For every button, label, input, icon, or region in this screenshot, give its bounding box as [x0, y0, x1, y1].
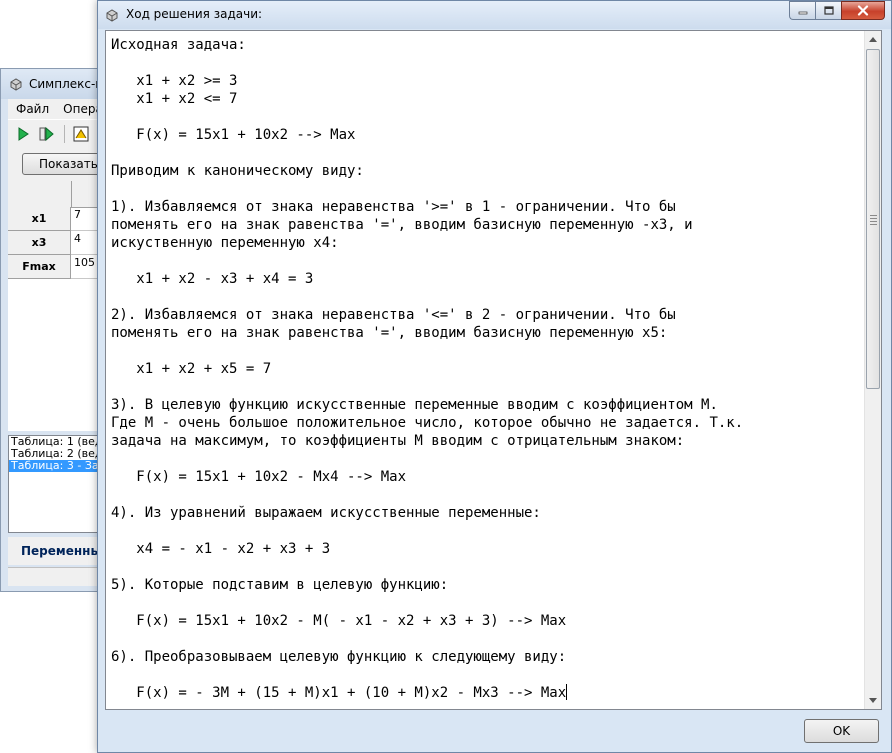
close-button[interactable]	[841, 1, 885, 20]
scroll-thumb[interactable]	[866, 49, 880, 389]
grid-row-label: Fmax	[8, 255, 71, 279]
run-icon[interactable]	[14, 125, 32, 143]
text-line: искуственную переменную x4:	[111, 235, 339, 251]
text-line: поменять его на знак равенства '=', ввод…	[111, 217, 693, 233]
step-icon[interactable]	[38, 125, 56, 143]
text-line: задача на максимум, то коэффициенты M вв…	[111, 433, 685, 449]
grid-header	[8, 181, 109, 208]
thumb-grip	[870, 221, 877, 222]
text-line: 3). В целевую функцию искусственные пере…	[111, 397, 718, 413]
text-line: F(x) = 15x1 + 10x2 - Mx4 --> Max	[111, 469, 407, 485]
text-line	[111, 54, 861, 72]
text-line: F(x) = 15x1 + 10x2 --> Max	[111, 127, 356, 143]
app-icon	[106, 9, 118, 22]
text-line: x1 + x2 + x5 = 7	[111, 361, 272, 377]
text-line	[111, 666, 861, 684]
text-line: x1 + x2 >= 3	[111, 73, 238, 89]
text-line: поменять его на знак равенства '=', ввод…	[111, 325, 668, 341]
text-caret	[566, 684, 568, 700]
scroll-up-icon	[869, 37, 877, 42]
caption-buttons	[789, 1, 885, 21]
text-line: x4 = - x1 - x2 + x3 + 3	[111, 541, 331, 557]
text-line: 2). Избавляемся от знака неравенства '<=…	[111, 307, 676, 323]
minimize-icon	[798, 11, 807, 14]
text-line: F(x) = - 3M + (15 + M)x1 + (10 + M)x2 - …	[111, 684, 568, 701]
status-bar	[8, 567, 109, 586]
solution-text: Исходная задача: x1 + x2 >= 3 x1 + x2 <=…	[111, 36, 861, 702]
grid-row-label: x3	[8, 231, 71, 255]
solution-dialog[interactable]: Ход решения задачи: Исходная задача: x1 …	[97, 0, 892, 753]
menu-file[interactable]: Файл	[16, 102, 49, 116]
text-line: 6). Преобразовываем целевую функцию к сл…	[111, 649, 567, 665]
scroll-up-button[interactable]	[865, 31, 881, 48]
background-menubar: Файл Операц	[8, 99, 109, 119]
text-line	[111, 144, 861, 162]
maximize-icon	[823, 5, 834, 15]
text-line	[111, 108, 861, 126]
thumb-grip	[870, 215, 877, 216]
text-line	[111, 522, 861, 540]
thumb-grip	[870, 218, 877, 219]
vertical-scrollbar[interactable]	[864, 31, 881, 709]
text-line: Приводим к каноническому виду:	[111, 163, 364, 179]
grid-row-label: x1	[8, 207, 71, 231]
text-line	[111, 594, 861, 612]
background-toolbar	[8, 119, 109, 148]
solution-text-area[interactable]: Исходная задача: x1 + x2 >= 3 x1 + x2 <=…	[105, 30, 882, 710]
text-line	[111, 252, 861, 270]
dialog-title: Ход решения задачи:	[126, 7, 263, 21]
tables-listbox[interactable]: Таблица: 1 (веду Таблица: 2 (веду Таблиц…	[8, 435, 109, 533]
list-item-selected[interactable]: Таблица: 3 - Зад	[9, 460, 108, 472]
scroll-down-button[interactable]	[865, 692, 881, 709]
text-line: x1 + x2 <= 7	[111, 91, 238, 107]
grid-header-separator	[71, 181, 72, 207]
text-line: 4). Из уравнений выражаем искусственные …	[111, 505, 541, 521]
text-line	[111, 450, 861, 468]
minimize-button[interactable]	[789, 1, 815, 20]
report-icon[interactable]	[72, 125, 90, 143]
variables-label: Переменные	[8, 537, 109, 565]
text-line	[111, 180, 861, 198]
text-line	[111, 630, 861, 648]
scroll-down-icon	[869, 698, 877, 703]
text-line: 1). Избавляемся от знака неравенства '>=…	[111, 199, 676, 215]
text-line	[111, 486, 861, 504]
result-grid[interactable]: x1 7 x3 4 Fmax 105	[8, 181, 109, 431]
text-line	[111, 558, 861, 576]
text-line: Исходная задача:	[111, 37, 246, 53]
text-line	[111, 378, 861, 396]
maximize-button[interactable]	[815, 1, 841, 20]
close-icon	[857, 5, 869, 16]
ok-button[interactable]: OK	[804, 719, 879, 743]
text-line: F(x) = 15x1 + 10x2 - M( - x1 - x2 + x3 +…	[111, 613, 567, 629]
text-line	[111, 342, 861, 360]
text-line: Где M - очень большое положительное числ…	[111, 415, 744, 431]
background-title-bar[interactable]: Симплекс-м	[1, 69, 109, 99]
toolbar-separator	[64, 125, 65, 143]
text-line: x1 + x2 - x3 + x4 = 3	[111, 271, 314, 287]
text-line: 5). Которые подставим в целевую функцию:	[111, 577, 449, 593]
app-icon	[10, 78, 22, 91]
background-window[interactable]: Симплекс-м Файл Операц Показать х x1 7 x3…	[0, 68, 110, 592]
background-window-title: Симплекс-м	[29, 77, 105, 91]
background-button-row: Показать х	[8, 147, 109, 181]
dialog-title-bar[interactable]: Ход решения задачи:	[98, 1, 891, 29]
thumb-grip	[870, 224, 877, 225]
text-line	[111, 288, 861, 306]
